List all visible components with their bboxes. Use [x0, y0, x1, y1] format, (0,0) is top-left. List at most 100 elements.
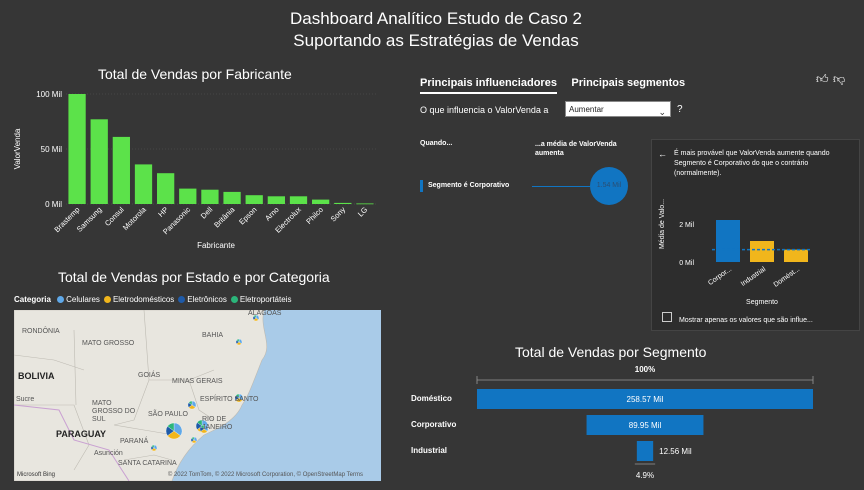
bar-lg	[356, 203, 374, 205]
segment-value-label: 89.95 Mil	[629, 421, 662, 430]
map-place-label: PARAGUAY	[56, 429, 107, 439]
legend-item-label[interactable]: Eletrodomésticos	[113, 295, 174, 304]
detail-bar-2	[784, 249, 808, 262]
segment-value-label: 12.56 Mil	[659, 447, 692, 456]
detail-bar-0	[716, 220, 740, 262]
legend-item-label[interactable]: Eletrônicos	[187, 295, 227, 304]
map-place-label: BOLIVIA	[18, 371, 55, 381]
tab-top-segments[interactable]: Principais segmentos	[571, 77, 685, 89]
bar-brastemp	[68, 94, 86, 204]
map-place-label: Sucre	[16, 396, 35, 403]
segment-value-label: 258.57 Mil	[627, 395, 664, 404]
bar-britânia	[223, 191, 241, 204]
influential-only-toggle[interactable]: Mostrar apenas os valores que são influe…	[662, 312, 813, 324]
segment-average-chart: Média de Valo... 0 Mil 2 Mil Corpor... Indus…	[659, 199, 810, 306]
legend-item-label[interactable]: Celulares	[66, 295, 100, 304]
brazil-map[interactable]: RONDÔNIA MATO GROSSO BAHIA ALAGOAS BOLIVIA Su…	[14, 310, 381, 481]
legend-swatch	[230, 296, 238, 304]
col-average-label: ...a média de ValorVenda aumenta	[535, 141, 617, 157]
bar-panasonic	[179, 188, 197, 204]
bar-dell	[201, 189, 219, 204]
chevron-down-icon: ⌄	[658, 107, 666, 117]
x-tick-label: LG	[356, 205, 370, 219]
map-place-label: PARANÁ	[120, 438, 149, 445]
segment-bar-industrial	[636, 441, 654, 461]
manufacturer-bar-chart: 0 Mil50 Mil100 MilValorVendaBrastempSams…	[13, 90, 376, 250]
bar-hp	[157, 173, 175, 204]
x-axis-label: Fabricante	[197, 241, 235, 250]
dashboard-title: Dashboard Analítico Estudo de Caso 2 Sup…	[0, 8, 864, 52]
x-tick-label: Dell	[199, 205, 215, 221]
detail-x-axis-label: Segmento	[746, 299, 778, 306]
influencer-tabs: Principais influenciadores Principais se…	[420, 73, 695, 94]
title-line-1: Dashboard Analítico Estudo de Caso 2	[289, 9, 583, 28]
x-tick-label: Philco	[304, 205, 325, 226]
legend-swatch	[178, 296, 186, 304]
map-place-label: GOIÁS	[138, 372, 161, 379]
segment-label: Corporativo	[411, 420, 456, 429]
influential-only-label: Mostrar apenas os valores que são influe…	[678, 317, 813, 324]
bar-arno	[267, 196, 285, 204]
detail-x-tick: Domést...	[773, 266, 802, 289]
map-place-label: Asunción	[94, 450, 123, 457]
x-tick-label: Sony	[329, 205, 348, 224]
influential-only-checkbox[interactable]	[662, 312, 672, 322]
x-tick-label: Arno	[263, 205, 281, 223]
thumbs-down-icon[interactable]: 👎︎	[833, 72, 845, 87]
bar-epson	[245, 195, 263, 204]
thumbs-up-icon[interactable]: 👍︎	[816, 72, 829, 87]
dropdown-value: Aumentar	[569, 105, 604, 114]
x-tick-label: HP	[156, 205, 170, 219]
segment-label: Doméstico	[411, 394, 452, 403]
map-canvas	[14, 310, 267, 481]
segment-funnel-chart: 100% Doméstico 258.57 Mil Corporativo 89.95 …	[411, 365, 814, 480]
map-place-label: RONDÔNIA	[22, 328, 60, 335]
influence-question: O que influencia o ValorVenda a	[420, 105, 549, 115]
map-place-label: BAHIA	[202, 332, 224, 339]
bar-sony	[334, 202, 352, 204]
map-place-label: ALAGOAS	[248, 310, 282, 317]
factor-marker	[420, 180, 423, 192]
legend-item-label[interactable]: Eletroportáteis	[240, 295, 292, 304]
map-place-label: MATO GROSSO DO SUL	[92, 400, 136, 423]
y-tick-label: 50 Mil	[41, 145, 63, 154]
y-tick-label: 0 Mil	[45, 200, 62, 209]
legend-swatch	[103, 296, 111, 304]
x-tick-label: Britânia	[212, 204, 237, 229]
detail-bar-1	[750, 241, 774, 262]
increase-dropdown[interactable]: Aumentar ⌄	[565, 101, 671, 117]
x-tick-label: Motorola	[121, 204, 149, 232]
bar-consul	[112, 136, 130, 204]
manufacturer-chart-title: Total de Vendas por Fabricante	[98, 66, 292, 82]
map-place-label: RIO DE JANEIRO	[202, 416, 233, 431]
detail-x-tick: Industrial	[740, 266, 768, 288]
factor-connector	[532, 186, 590, 187]
detail-y-tick: 0 Mil	[679, 260, 694, 267]
bar-electrolux	[289, 196, 308, 204]
bing-logo: Microsoft Bing	[17, 472, 56, 478]
map-place-label: SANTA CATARINA	[118, 460, 177, 467]
detail-y-tick: 2 Mil	[679, 222, 694, 229]
influencer-detail-panel: ← É mais provável que ValorVenda aumente…	[651, 139, 860, 331]
segment-label: Industrial	[411, 446, 447, 455]
title-line-2: Suportando as Estratégias de Vendas	[293, 31, 579, 50]
col-when-label: Quando...	[420, 140, 453, 147]
bar-motorola	[134, 164, 153, 204]
detail-y-axis-label: Média de Valo...	[659, 199, 666, 249]
bar-samsung	[90, 119, 108, 204]
factor-label[interactable]: Segmento é Corporativo	[428, 182, 509, 189]
tab-key-influencers[interactable]: Principais influenciadores	[420, 77, 557, 94]
detail-explanation: É mais provável que ValorVenda aumente q…	[674, 150, 830, 177]
back-arrow-icon[interactable]: ←	[658, 149, 667, 159]
help-icon[interactable]: ?	[677, 104, 683, 115]
map-attribution[interactable]: © 2022 TomTom, © 2022 Microsoft Corporat…	[168, 472, 363, 478]
map-title: Total de Vendas por Estado e por Categor…	[58, 269, 330, 285]
map-place-label: MATO GROSSO	[82, 340, 135, 347]
y-axis-label: ValorVenda	[13, 128, 22, 169]
bar-philco	[312, 199, 330, 204]
map-legend: Categoria Celulares Eletrodomésticos Eletr…	[14, 295, 291, 304]
influence-bubble[interactable]: 1.54 Mil	[590, 167, 628, 205]
y-tick-label: 100 Mil	[36, 90, 62, 99]
detail-x-tick: Corpor...	[707, 266, 733, 287]
legend-swatch	[57, 296, 65, 304]
